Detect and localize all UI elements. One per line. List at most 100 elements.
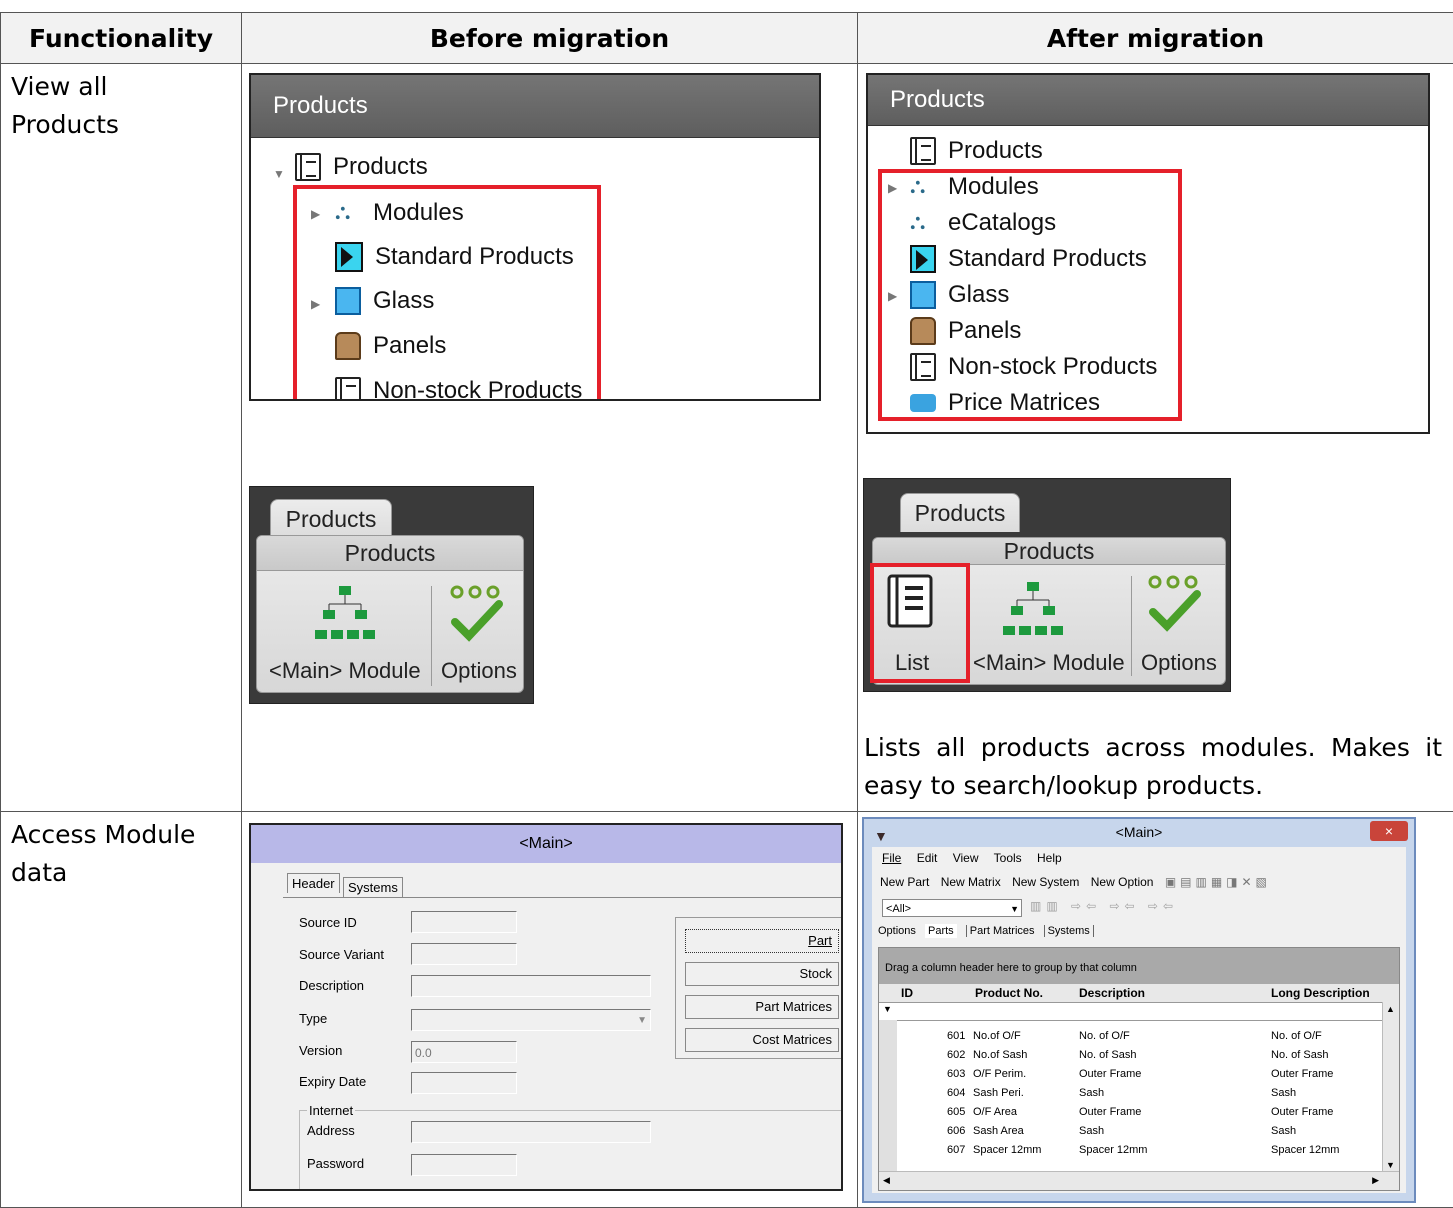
menu-view[interactable]: View: [953, 851, 979, 865]
table-row[interactable]: 604 Sash Peri. Sash Sash: [897, 1085, 1383, 1104]
window-client: File Edit View Tools Help New Part New M…: [872, 847, 1406, 1193]
ribbon-tab-products[interactable]: Products: [270, 499, 392, 538]
close-button[interactable]: ×: [1370, 821, 1408, 841]
header-functionality: Functionality: [0, 12, 242, 64]
table-row[interactable]: 607 Spacer 12mm Spacer 12mm Spacer 12mm: [897, 1142, 1383, 1161]
dialog-title: <Main>: [251, 825, 841, 863]
tab-strip: Options Parts Part Matrices Systems: [878, 924, 1094, 938]
label-address: Address: [307, 1123, 355, 1138]
header-row: ID Product No. Description Long Descript…: [879, 984, 1399, 1003]
expiry-date-field[interactable]: [411, 1072, 517, 1094]
tab-header[interactable]: Header: [287, 873, 340, 893]
table-row[interactable]: 605 O/F Area Outer Frame Outer Frame: [897, 1104, 1383, 1123]
header-before: Before migration: [241, 12, 858, 64]
scroll-down-icon[interactable]: ▼: [1386, 1160, 1395, 1170]
options-check-icon: [450, 585, 503, 642]
book-icon: [295, 153, 321, 181]
highlight-box: [870, 563, 970, 683]
table-row[interactable]: 601 No.of O/F No. of O/F No. of O/F: [897, 1028, 1383, 1047]
ribbon-group-label: Products: [873, 538, 1225, 565]
menu-file[interactable]: File: [882, 851, 901, 865]
col-description[interactable]: Description: [1079, 986, 1145, 1000]
tab-systems[interactable]: Systems: [343, 877, 403, 897]
tab-parts[interactable]: Parts: [924, 924, 957, 938]
vertical-scrollbar[interactable]: ▲ ▼: [1382, 1002, 1399, 1172]
col-id[interactable]: ID: [901, 986, 913, 1000]
chevron-down-icon: ▼: [1010, 904, 1019, 914]
chevron-down-icon: ▼: [637, 1015, 647, 1026]
label-password: Password: [307, 1156, 365, 1171]
label-source-id: Source ID: [299, 915, 357, 930]
highlight-box: [878, 169, 1182, 421]
table-row[interactable]: 603 O/F Perim. Outer Frame Outer Frame: [897, 1066, 1383, 1085]
filter-icon: ▼: [883, 1004, 892, 1014]
scroll-up-icon[interactable]: ▲: [1386, 1004, 1395, 1014]
source-id-field[interactable]: [411, 911, 517, 933]
nav-icons[interactable]: ▥▥ ⇨⇦ ⇨⇦ ⇨⇦: [1030, 899, 1178, 913]
module-hierarchy-icon: [315, 586, 375, 639]
module-hierarchy-icon: [1003, 582, 1063, 635]
description-field[interactable]: [411, 975, 651, 997]
header-after: After migration: [857, 12, 1453, 64]
row1-label-cell: View all Products: [0, 63, 242, 812]
new-matrix-button[interactable]: New Matrix: [941, 875, 1001, 889]
before-ribbon: Products Products <Main> Module Options: [249, 486, 534, 704]
row2-label: Access Module data: [11, 820, 196, 887]
options-button[interactable]: Options: [441, 658, 517, 684]
tab-systems[interactable]: Systems: [1043, 925, 1094, 937]
table-row[interactable]: 606 Sash Area Sash Sash: [897, 1123, 1383, 1142]
ribbon-separator: [1131, 576, 1132, 676]
after-products-tree: Products Products ▶ ⛬ Modules ⛬ eCatalogs …: [866, 73, 1430, 434]
horizontal-scrollbar[interactable]: ◀ ▶: [879, 1171, 1399, 1190]
ribbon-group-label: Products: [257, 536, 523, 571]
cost-matrices-button[interactable]: Cost Matrices: [685, 1028, 839, 1052]
scroll-left-icon[interactable]: ◀: [883, 1175, 890, 1186]
options-check-icon: [1148, 575, 1201, 632]
toolbar-icons[interactable]: ▣▤▥▦◨✕▧: [1165, 875, 1271, 889]
version-field[interactable]: 0.0: [411, 1041, 517, 1063]
type-select[interactable]: ▼: [411, 1009, 651, 1031]
rows-container: 601 No.of O/F No. of O/F No. of O/F 602 No.o…: [897, 1028, 1383, 1172]
stock-button[interactable]: Stock: [685, 962, 839, 986]
ribbon-separator: [431, 586, 432, 686]
main-module-button[interactable]: <Main> Module: [973, 650, 1125, 676]
new-part-button[interactable]: New Part: [880, 875, 929, 889]
highlight-box: [293, 185, 601, 399]
source-variant-field[interactable]: [411, 943, 517, 965]
header-row: Functionality Before migration After mig…: [0, 12, 1453, 64]
tree-item-products[interactable]: Products: [910, 137, 1043, 165]
before-main-dialog: <Main> Header Systems Source ID Source V…: [249, 823, 843, 1191]
tab-part-matrices[interactable]: Part Matrices: [965, 925, 1035, 937]
filter-row[interactable]: ▼: [879, 1002, 1399, 1021]
label-version: Version: [299, 1043, 343, 1058]
menu-edit[interactable]: Edit: [917, 851, 938, 865]
col-product-no[interactable]: Product No.: [975, 986, 1043, 1000]
password-field[interactable]: [411, 1154, 517, 1176]
menu-bar: File Edit View Tools Help: [882, 851, 1062, 865]
label-description: Description: [299, 978, 365, 993]
address-field[interactable]: [411, 1121, 651, 1143]
filter-select[interactable]: <All> ▼: [882, 899, 1022, 917]
expand-arrow-icon[interactable]: ▼: [273, 167, 285, 181]
table-row[interactable]: 602 No.of Sash No. of Sash No. of Sash: [897, 1047, 1383, 1066]
menu-tools[interactable]: Tools: [994, 851, 1022, 865]
options-button[interactable]: Options: [1141, 650, 1217, 676]
tree-item-root[interactable]: Products: [295, 153, 428, 181]
part-button[interactable]: Part: [685, 929, 839, 953]
col-long-description[interactable]: Long Description: [1271, 986, 1370, 1000]
menu-help[interactable]: Help: [1037, 851, 1062, 865]
toolbar: New Part New Matrix New System New Optio…: [880, 875, 1271, 889]
main-module-button[interactable]: <Main> Module: [269, 658, 421, 684]
label-source-variant: Source Variant: [299, 947, 385, 962]
app-logo-icon: ▼: [874, 828, 888, 844]
scroll-right-icon[interactable]: ▶: [1372, 1175, 1379, 1186]
new-option-button[interactable]: New Option: [1091, 875, 1154, 889]
row-selector-column: [879, 1020, 897, 1172]
tree-header: Products: [868, 75, 1428, 126]
ribbon-tab-products[interactable]: Products: [900, 493, 1020, 532]
after-main-window: ▼ <Main> × File Edit View Tools Help New…: [862, 817, 1416, 1203]
ribbon-body: Products <Main> Module Options: [256, 535, 524, 693]
part-matrices-button[interactable]: Part Matrices: [685, 995, 839, 1019]
new-system-button[interactable]: New System: [1012, 875, 1079, 889]
tab-options[interactable]: Options: [878, 925, 916, 937]
